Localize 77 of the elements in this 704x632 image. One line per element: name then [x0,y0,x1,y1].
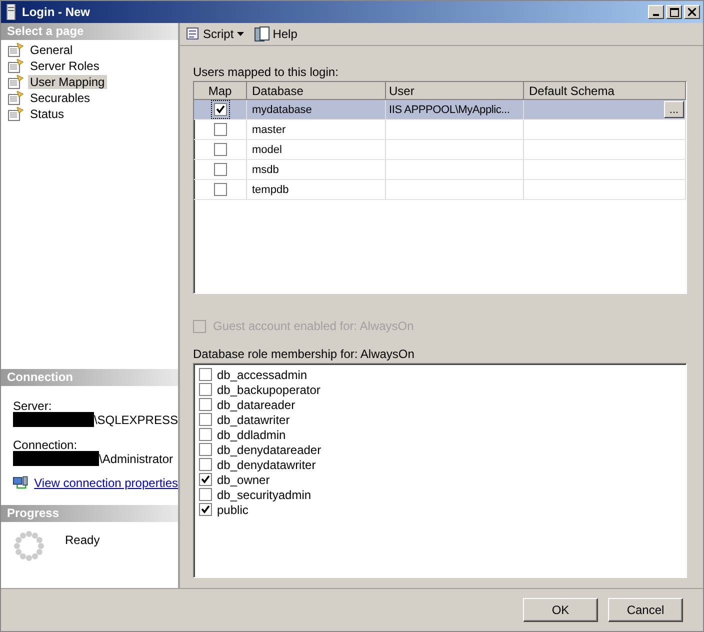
checkbox[interactable] [199,488,212,501]
role-name: db_owner [217,472,270,486]
sidebar-item[interactable]: Status [28,107,66,121]
sidebar-item[interactable]: User Mapping [28,75,107,89]
close-button[interactable] [684,5,700,19]
table-cell: master [252,124,286,136]
help-book-icon [254,26,270,42]
connection-properties-link[interactable]: View connection properties [34,476,178,490]
sidebar-item[interactable]: General [28,43,75,57]
toolbar-button[interactable]: Help [254,26,298,42]
table-cell: IIS APPPOOL\MyApplic... [389,104,510,116]
dialog-button[interactable]: Cancel [608,598,683,622]
section-header: Progress [1,505,178,522]
section-label: Database role membership for: AlwaysOn [193,347,416,363]
sidebar-item[interactable]: Securables [28,91,92,105]
section-header: Select a page [1,23,178,40]
column-header[interactable]: User [386,82,524,99]
table-row[interactable]: msdb [194,160,686,180]
minimize-button[interactable] [648,5,664,19]
dialog-button[interactable]: OK [523,598,598,622]
column-header[interactable]: Database [247,82,386,99]
network-icon [13,475,28,491]
role-name: public [217,502,248,516]
checkbox[interactable] [214,163,226,176]
checkbox[interactable] [214,183,226,196]
role-name: db_ddladmin [217,428,286,442]
table-row[interactable]: master [194,120,686,140]
checkbox[interactable] [199,473,212,486]
role-name: db_securityadmin [217,488,312,502]
spinner-icon [13,530,45,562]
page-icon [8,107,24,121]
role-name: db_denydatareader [217,442,322,456]
table-cell: model [252,144,282,156]
role-name: db_datawriter [217,412,290,426]
server-icon [6,4,16,20]
table-cell: msdb [252,164,279,176]
connection-label: Connection: [13,439,78,451]
browse-button[interactable]: ... [664,101,684,118]
table-cell: mydatabase [252,104,312,116]
page-icon [8,75,24,89]
checkbox[interactable] [199,383,212,396]
section-header: Connection [1,369,178,386]
page-icon [8,43,24,57]
close-icon [688,8,696,16]
role-name: db_datareader [217,398,296,412]
checkbox[interactable] [214,143,226,156]
table-row[interactable]: model [194,140,686,160]
section-label: Users mapped to this login: [193,65,340,81]
checkbox[interactable] [199,398,212,411]
table-cell: tempdb [252,184,289,196]
checkbox[interactable] [199,458,212,471]
scroll-icon [184,26,200,42]
checkbox[interactable] [199,413,212,426]
checkbox[interactable] [214,123,226,136]
page-icon [8,91,24,105]
window-title: Login - New [22,5,91,19]
role-name: db_backupoperator [217,382,320,396]
sidebar-item[interactable]: Server Roles [28,59,102,73]
caret-icon [236,32,244,36]
server-label: Server: [13,400,53,412]
checkbox[interactable] [199,443,212,456]
maximize-button[interactable] [666,5,682,19]
page-icon [8,59,24,73]
checkbox[interactable] [199,503,212,516]
checkbox[interactable] [199,368,212,381]
maximize-icon [670,8,678,16]
column-header[interactable]: Map [194,82,247,99]
role-name: db_accessadmin [217,368,308,382]
progress-status: Ready [65,533,100,547]
role-name: db_denydatawriter [217,458,316,472]
table-row[interactable]: mydatabase IIS APPPOOL\MyApplic... ... [194,100,686,120]
checkbox[interactable] [199,428,212,441]
server-name: \SQLEXPRESS [94,412,178,426]
toolbar-button[interactable]: Script [184,26,244,42]
column-header[interactable]: Default Schema [524,82,686,99]
connection-user: \Administrator [99,452,174,466]
table-row[interactable]: tempdb [194,180,686,200]
